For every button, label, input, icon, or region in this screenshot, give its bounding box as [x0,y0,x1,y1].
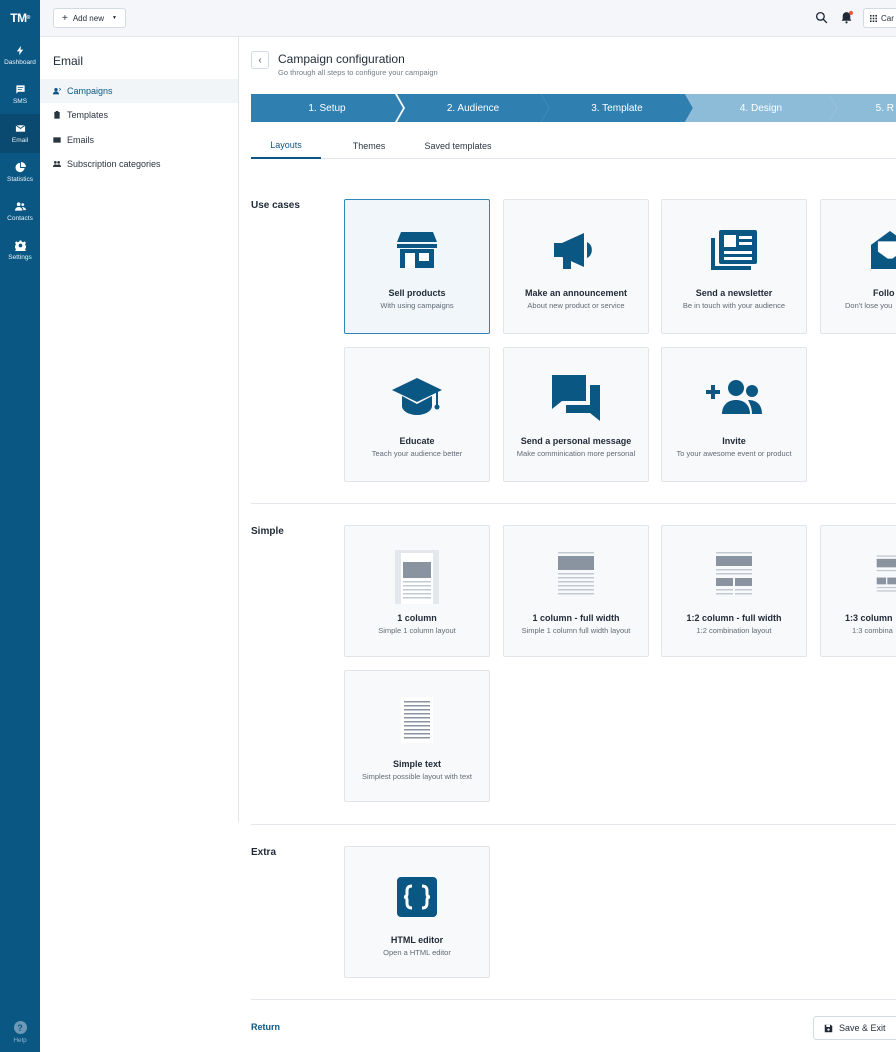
help-button[interactable]: ? Help [0,1021,40,1044]
clipboard-icon [54,111,60,119]
open-mail-icon [871,231,896,269]
steps-bar: 1. Setup 2. Audience 3. Template 4. Desi… [251,94,896,122]
rail-item-contacts[interactable]: Contacts [0,192,40,231]
tab-layouts[interactable]: Layouts [251,132,321,159]
search-icon[interactable] [815,11,828,24]
code-braces-icon [397,877,437,917]
layout-simple-text-icon [401,697,433,743]
tab-saved-templates[interactable]: Saved templates [413,132,503,159]
mail-icon [15,124,25,132]
help-icon: ? [13,1021,27,1034]
subnav-item-templates[interactable]: Templates [40,103,238,127]
section-label-use-cases: Use cases [251,200,300,211]
card-simple-text[interactable]: Simple text Simplest possible layout wit… [344,670,490,802]
email-subnav: Email Campaigns Templates Emails Subscri… [40,37,239,822]
page-subtitle: Go through all steps to configure your c… [278,68,438,77]
layout-1-3-column-icon [876,555,896,592]
subnav-item-emails[interactable]: Emails [40,128,238,152]
layout-1-column-icon [395,550,439,604]
store-icon [397,232,437,268]
rail-item-settings[interactable]: Settings [0,231,40,270]
card-1-column-full-width[interactable]: 1 column - full width Simple 1 column fu… [503,525,649,657]
layout-1-2-column-icon [716,552,752,595]
step-setup[interactable]: 1. Setup [251,94,403,122]
rail-item-sms[interactable]: SMS [0,75,40,114]
page-title: Campaign configuration [278,52,405,66]
section-divider [251,503,896,504]
tab-themes[interactable]: Themes [335,132,403,159]
card-send-a-newsletter[interactable]: Send a newsletter Be in touch with your … [661,199,807,334]
step-audience[interactable]: 2. Audience [397,94,549,122]
gear-icon [14,240,26,251]
people-icon [14,202,26,211]
card-send-a-personal-message[interactable]: Send a personal message Make comminicati… [503,347,649,482]
card-follow-up[interactable]: Follo Don't lose you [820,199,896,334]
layout-1-column-full-width-icon [558,552,594,595]
layout-tabs: Layouts Themes Saved templates [251,132,896,159]
step-template[interactable]: 3. Template [541,94,693,122]
logo[interactable]: TM ® [0,0,40,36]
left-rail: TM ® Dashboard SMS Email Statistics Conta… [0,0,40,1052]
step-review[interactable]: 5. R [829,94,896,122]
return-link[interactable]: Return [251,1022,280,1032]
chat-icon [15,85,25,94]
floppy-disk-icon [824,1024,833,1032]
section-label-extra: Extra [251,847,277,858]
back-button[interactable]: ‹ [251,51,269,69]
rail-item-dashboard[interactable]: Dashboard [0,36,40,75]
card-make-an-announcement[interactable]: Make an announcement About new product o… [503,199,649,334]
megaphone-icon [554,233,592,269]
subnav-item-campaigns[interactable]: Campaigns [40,79,238,103]
bolt-icon [16,45,23,56]
add-people-icon [706,380,762,414]
card-1-3-column[interactable]: 1:3 column 1:3 combina [820,525,896,657]
card-1-column[interactable]: 1 column Simple 1 column layout [344,525,490,657]
notification-dot [849,11,853,15]
card-1-2-column-full-width[interactable]: 1:2 column - full width 1:2 combination … [661,525,807,657]
rail-item-statistics[interactable]: Statistics [0,153,40,192]
group-icon [53,161,61,167]
chevron-left-icon: ‹ [258,54,262,66]
add-new-button[interactable]: + Add new ▼ [53,8,126,28]
plus-icon: + [62,12,68,24]
step-design[interactable]: 4. Design [685,94,837,122]
save-and-exit-button[interactable]: Save & Exit [813,1016,896,1040]
grid-icon [870,14,877,22]
top-bar: + Add new ▼ Car [40,0,896,37]
rail-item-email[interactable]: Email [0,114,40,153]
apps-button[interactable]: Car [863,8,896,28]
section-divider [251,824,896,825]
section-label-simple: Simple [251,526,284,537]
subnav-title: Email [53,54,84,68]
newsletter-icon [711,230,757,270]
card-invite[interactable]: Invite To your awesome event or product [661,347,807,482]
graduation-cap-icon [392,378,442,415]
subnav-item-subscription-categories[interactable]: Subscription categories [40,152,238,176]
card-html-editor[interactable]: HTML editor Open a HTML editor [344,846,490,978]
chat-bubbles-icon [552,375,600,421]
pie-chart-icon [14,162,26,173]
campaign-icon [53,87,61,95]
card-sell-products[interactable]: Sell products With using campaigns [344,199,490,334]
card-educate[interactable]: Educate Teach your audience better [344,347,490,482]
footer-divider [251,999,896,1000]
envelope-icon [53,137,61,143]
caret-down-icon: ▼ [111,15,117,21]
